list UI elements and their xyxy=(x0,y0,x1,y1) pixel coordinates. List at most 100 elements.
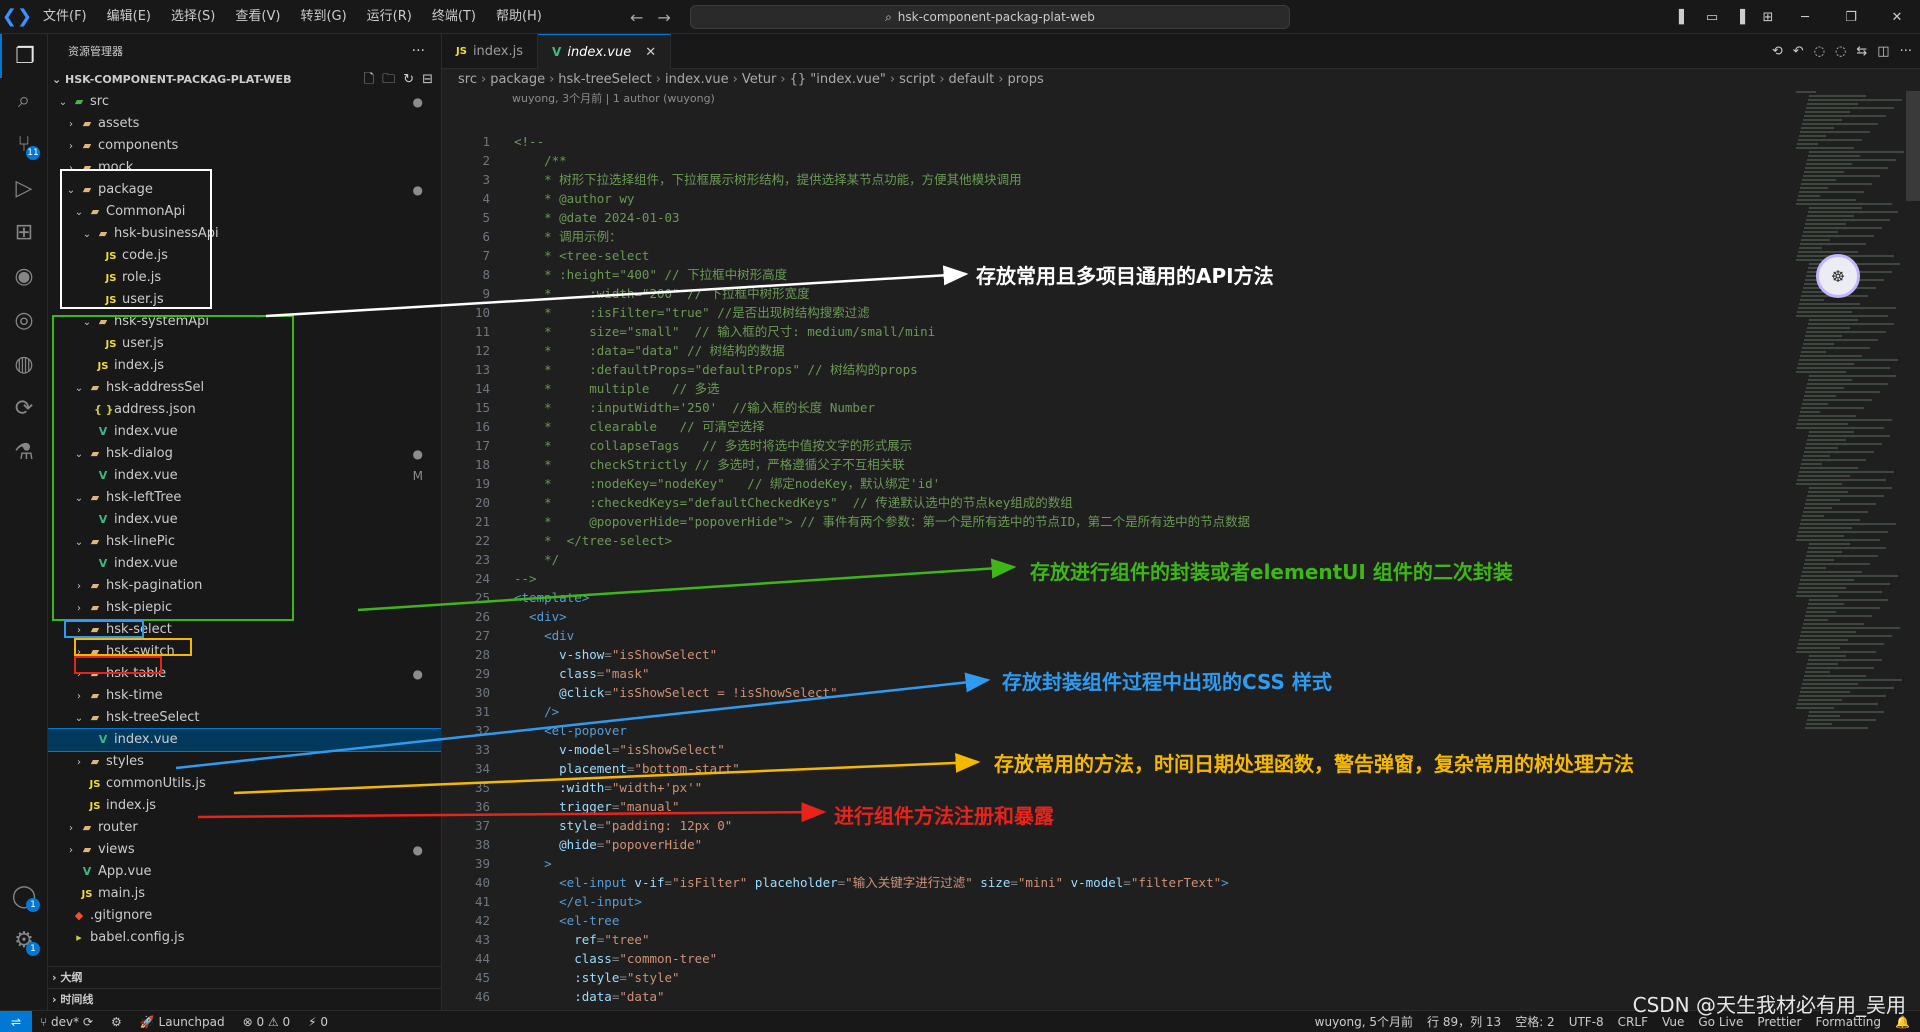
formatting[interactable]: Formatting xyxy=(1815,1011,1881,1032)
timeline-icon[interactable]: ⟳ xyxy=(0,386,48,430)
tree-item[interactable]: Vindex.vue M xyxy=(48,465,441,487)
notifications-bell-icon[interactable]: 🔔 xyxy=(1895,1011,1910,1032)
tree-item[interactable]: Vindex.vue xyxy=(48,509,441,531)
breadcrumb-item[interactable]: props xyxy=(1007,72,1043,87)
breadcrumb-item[interactable]: default xyxy=(949,72,995,87)
tree-item[interactable]: ⌄ ▰ hsk-linePic xyxy=(48,531,441,553)
go-live[interactable]: Go Live xyxy=(1698,1011,1743,1032)
tree-item[interactable]: ◆ .gitignore xyxy=(48,905,441,927)
back-arrow-icon[interactable]: ← xyxy=(630,8,643,27)
project-section-header[interactable]: ⌄ HSK-COMPONENT-PACKAG-PLAT-WEB 🗋 🗀 ↻ ⊟ xyxy=(48,69,441,91)
menu-run[interactable]: 运行(R) xyxy=(358,0,421,34)
customize-layout-icon[interactable]: ⊞ xyxy=(1754,10,1782,25)
search-view-icon[interactable]: ⌕ xyxy=(0,78,48,122)
tree-item[interactable]: JS commonUtils.js xyxy=(48,773,441,795)
tree-item[interactable]: ⌄ ▰ src ● xyxy=(48,91,441,113)
tab-index-vue[interactable]: V index.vue ✕ xyxy=(538,34,672,69)
split-editor-icon[interactable]: ◫ xyxy=(1877,44,1889,59)
menu-terminal[interactable]: 终端(T) xyxy=(423,0,485,34)
blame-status[interactable]: wuyong, 5个月前 xyxy=(1315,1011,1413,1032)
timeline-section-header[interactable]: › 时间线 xyxy=(48,988,441,1010)
remote-indicator-icon[interactable]: ⇌ xyxy=(0,1011,32,1032)
run-debug-icon[interactable]: ▷ xyxy=(0,166,48,210)
go-back-change-icon[interactable]: ↶ xyxy=(1793,44,1804,59)
tree-item[interactable]: › ▰ hsk-table ● xyxy=(48,663,441,685)
timeline-history-icon[interactable]: ⟲ xyxy=(1772,44,1783,59)
tab-index-js[interactable]: JS index.js xyxy=(442,34,539,69)
tree-item[interactable]: › ▰ assets xyxy=(48,113,441,135)
menu-file[interactable]: 文件(F) xyxy=(34,0,96,34)
compare-icon[interactable]: ⇆ xyxy=(1856,44,1867,59)
breadcrumb-item[interactable]: src xyxy=(458,72,477,87)
tree-item[interactable]: JS index.js xyxy=(48,355,441,377)
menu-view[interactable]: 查看(V) xyxy=(226,0,289,34)
tree-item[interactable]: JS index.js xyxy=(48,795,441,817)
tree-item[interactable]: ⌄ ▰ CommonApi xyxy=(48,201,441,223)
launchpad[interactable]: 🚀 Launchpad xyxy=(140,1011,225,1032)
menu-help[interactable]: 帮助(H) xyxy=(487,0,551,34)
tree-item[interactable]: › ▰ router xyxy=(48,817,441,839)
breadcrumb-item[interactable]: index.vue xyxy=(665,72,729,87)
minimap[interactable] xyxy=(1796,91,1906,731)
account-icon[interactable]: ◯ 1 xyxy=(0,874,48,918)
new-file-icon[interactable]: 🗋 xyxy=(364,69,374,91)
tree-item[interactable]: › ▰ hsk-piepic xyxy=(48,597,441,619)
tree-item[interactable]: ▸ babel.config.js xyxy=(48,927,441,949)
tree-item[interactable]: JS main.js xyxy=(48,883,441,905)
floating-assistant-avatar[interactable]: ☸ xyxy=(1816,254,1860,298)
git-branch[interactable]: ⑂ dev* ⟳ xyxy=(40,1011,93,1032)
cursor-position[interactable]: 行 89，列 13 xyxy=(1427,1011,1501,1032)
close-tab-icon[interactable]: ✕ xyxy=(645,45,656,60)
problems-indicator[interactable]: ⊗ 0 ⚠ 0 xyxy=(243,1011,291,1032)
tree-item[interactable]: JS role.js xyxy=(48,267,441,289)
editor-scrollbar[interactable] xyxy=(1906,91,1920,201)
outline-section-header[interactable]: › 大纲 xyxy=(48,966,441,988)
toggle-sidebar-icon[interactable]: ▌ xyxy=(1670,10,1698,25)
next-change-icon[interactable]: ◌ xyxy=(1835,44,1846,59)
tree-item[interactable]: { }address.json xyxy=(48,399,441,421)
copilot-icon[interactable]: ◍ xyxy=(0,342,48,386)
breadcrumb-item[interactable]: {} "index.vue" xyxy=(790,72,886,87)
indentation[interactable]: 空格: 2 xyxy=(1515,1011,1555,1032)
tree-item[interactable]: › ▰ components xyxy=(48,135,441,157)
toggle-panel-icon[interactable]: ▭ xyxy=(1698,10,1726,25)
tree-item[interactable]: › ▰ hsk-select xyxy=(48,619,441,641)
tree-item[interactable]: › ▰ views ● xyxy=(48,839,441,861)
tree-item[interactable]: ⌄ ▰ hsk-businessApi xyxy=(48,223,441,245)
tree-item[interactable]: Vindex.vue xyxy=(48,421,441,443)
tree-item[interactable]: V App.vue xyxy=(48,861,441,883)
breadcrumb-item[interactable]: script xyxy=(899,72,935,87)
prettier[interactable]: Prettier xyxy=(1757,1011,1801,1032)
forward-arrow-icon[interactable]: → xyxy=(657,8,670,27)
end-of-line[interactable]: CRLF xyxy=(1618,1011,1648,1032)
tree-item[interactable]: › ▰ styles xyxy=(48,751,441,773)
tree-item[interactable]: › ▰ mock xyxy=(48,157,441,179)
explorer-icon[interactable]: ❐ xyxy=(0,34,48,78)
tree-item[interactable]: ⌄ ▰ hsk-treeSelect xyxy=(48,707,441,729)
remote-explorer-icon[interactable]: ◎ xyxy=(0,298,48,342)
settings-gear-icon[interactable]: ⚙ 1 xyxy=(0,918,48,962)
more-actions-icon[interactable]: ··· xyxy=(1900,44,1912,59)
testing-icon[interactable]: ⚗ xyxy=(0,430,48,474)
menu-edit[interactable]: 编辑(E) xyxy=(98,0,160,34)
menu-selection[interactable]: 选择(S) xyxy=(162,0,224,34)
close-window-icon[interactable]: ✕ xyxy=(1874,10,1920,25)
breadcrumb-item[interactable]: hsk-treeSelect xyxy=(558,72,652,87)
sync-icon[interactable]: ⟳ xyxy=(83,1015,93,1029)
prev-change-icon[interactable]: ◌ xyxy=(1814,44,1825,59)
tree-item[interactable]: Vindex.vue xyxy=(48,728,441,752)
tree-item[interactable]: JS user.js xyxy=(48,289,441,311)
tree-item[interactable]: Vindex.vue xyxy=(48,553,441,575)
tree-item[interactable]: ⌄ ▰ hsk-addressSel xyxy=(48,377,441,399)
breadcrumb-item[interactable]: Vetur xyxy=(742,72,777,87)
collapse-all-icon[interactable]: ⊟ xyxy=(422,69,433,91)
refresh-icon[interactable]: ↻ xyxy=(403,69,414,91)
toggle-secondary-sidebar-icon[interactable]: ▐ xyxy=(1726,10,1754,25)
command-center-search[interactable]: ⌕ hsk-component-packag-plat-web xyxy=(690,5,1290,29)
menu-go[interactable]: 转到(G) xyxy=(291,0,355,34)
tree-item[interactable]: › ▰ hsk-time xyxy=(48,685,441,707)
ports-indicator[interactable]: ⚡ 0 xyxy=(308,1011,328,1032)
tree-item[interactable]: ⌄ ▰ package ● xyxy=(48,179,441,201)
source-control-icon[interactable]: ⑂ 11 xyxy=(0,122,48,166)
tree-item[interactable]: › ▰ hsk-switch xyxy=(48,641,441,663)
